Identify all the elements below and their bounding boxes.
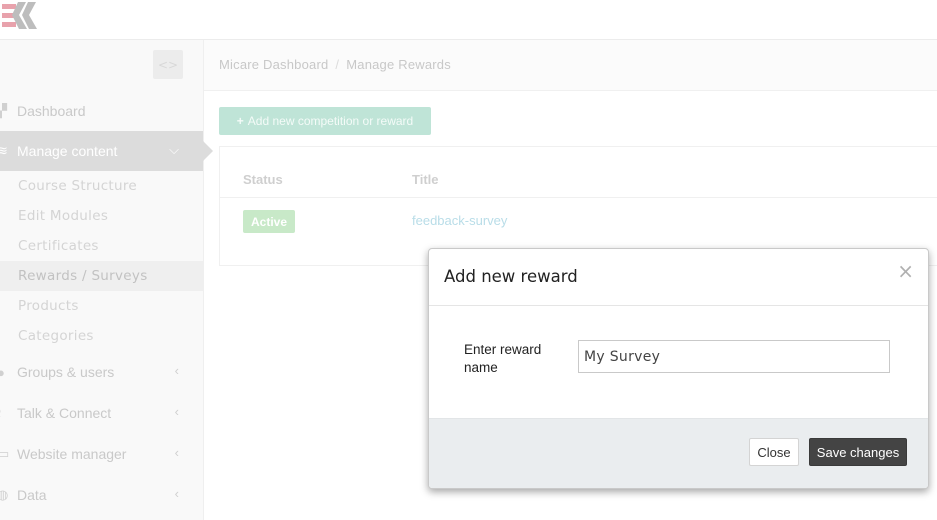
reward-name-label: Enter reward name [464, 342, 542, 375]
add-reward-label: Add new competition or reward [247, 114, 414, 128]
breadcrumb: Micare Dashboard / Manage Rewards [219, 57, 451, 72]
sidebar-item-groups-users[interactable]: ● Groups & users ‹ [0, 352, 203, 392]
column-header-title[interactable]: Title [412, 172, 439, 187]
chevron-left-icon: ‹ [174, 445, 179, 460]
submenu-item-rewards-surveys[interactable]: Rewards / Surveys [0, 261, 203, 291]
dashboard-icon: ▞ [0, 103, 7, 118]
modal-footer: Close Save changes [429, 418, 928, 488]
reward-name-input[interactable] [578, 340, 890, 373]
chevron-left-icon: ‹ [174, 363, 179, 378]
brand-logo[interactable] [0, 0, 40, 32]
database-icon: ◍ [0, 487, 9, 502]
modal-title: Add new reward [444, 267, 578, 286]
add-reward-modal: Add new reward × Enter reward name Close… [428, 248, 929, 489]
sidebar-item-talk-connect[interactable]: ≀ Talk & Connect ‹ [0, 393, 203, 433]
modal-header: Add new reward × [429, 249, 928, 306]
save-changes-button[interactable]: Save changes [809, 438, 907, 466]
breadcrumb-bar: Micare Dashboard / Manage Rewards [204, 40, 937, 91]
top-bar [0, 0, 937, 40]
breadcrumb-root-link[interactable]: Micare Dashboard [219, 57, 328, 72]
close-icon[interactable]: × [897, 261, 914, 281]
breadcrumb-current: Manage Rewards [346, 57, 451, 72]
laptop-icon: ▭ [0, 446, 10, 461]
chevron-left-icon: ‹ [174, 486, 179, 501]
sidebar-item-data[interactable]: ◍ Data ‹ [0, 475, 203, 515]
chevron-down-icon: ⌵ [169, 142, 179, 157]
chevron-left-icon: ‹ [174, 404, 179, 419]
sidebar-item-label: Talk & Connect [17, 405, 112, 421]
layers-icon: ≋ [0, 143, 8, 158]
sidebar-item-label: Manage content [17, 143, 118, 159]
submenu-item-certificates[interactable]: Certificates [0, 231, 203, 261]
user-icon: ● [0, 364, 5, 380]
breadcrumb-separator: / [335, 57, 340, 72]
divider [220, 197, 937, 198]
sidebar: <> ▞ Dashboard ≋ Manage content ⌵ Course… [0, 40, 213, 520]
code-brackets-icon: <> [157, 57, 179, 72]
sidebar-item-website-manager[interactable]: ▭ Website manager ‹ [0, 434, 203, 474]
sidebar-item-label: Website manager [17, 446, 127, 462]
sidebar-item-label: Dashboard [17, 103, 86, 119]
sidebar-item-label: Groups & users [17, 364, 115, 380]
plus-icon: + [236, 114, 244, 128]
submenu-item-edit-modules[interactable]: Edit Modules [0, 201, 203, 231]
close-button[interactable]: Close [749, 438, 799, 466]
status-badge: Active [243, 210, 295, 233]
submenu-item-course-structure[interactable]: Course Structure [0, 171, 203, 201]
sidebar-item-dashboard[interactable]: ▞ Dashboard [0, 91, 203, 131]
sidebar-item-label: Data [17, 487, 47, 503]
add-reward-button[interactable]: + Add new competition or reward [219, 107, 431, 135]
submenu-item-categories[interactable]: Categories [0, 321, 203, 351]
reward-title-link[interactable]: feedback-survey [412, 213, 507, 228]
sidebar-item-manage-content[interactable]: ≋ Manage content ⌵ [0, 131, 213, 171]
submenu-item-products[interactable]: Products [0, 291, 203, 321]
wifi-icon: ≀ [0, 405, 11, 421]
sidebar-toggle-button[interactable]: <> [153, 50, 183, 79]
column-header-status[interactable]: Status [243, 172, 283, 187]
